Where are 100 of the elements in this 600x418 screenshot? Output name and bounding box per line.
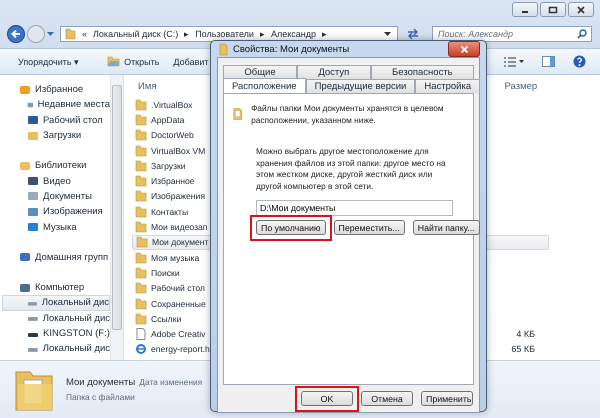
dialog-button[interactable]: Переместить... bbox=[334, 220, 405, 235]
dropdown-icon[interactable] bbox=[384, 32, 391, 36]
toolbar-button[interactable]: Добавит bbox=[173, 56, 209, 66]
nav-item[interactable]: Изображения bbox=[0, 204, 110, 220]
search-field[interactable]: Поиск: Александр bbox=[432, 26, 592, 42]
nav-item[interactable]: Локальный дис bbox=[2, 295, 110, 311]
nav-item[interactable]: Компьютер bbox=[0, 280, 110, 296]
description-text: Можно выбрать другое местоположение для хранения файлов из этой папки: другое место на этом жестком диске, другой жесткий диск или другой компьютер в этой сети. bbox=[256, 146, 447, 192]
file-name[interactable]: Ссылки bbox=[151, 314, 182, 324]
nav-item[interactable]: Рабочий стол bbox=[0, 112, 110, 128]
path-field[interactable]: D:\Мои документы bbox=[256, 200, 453, 216]
folder-icon bbox=[219, 42, 228, 56]
nav-icon bbox=[19, 251, 31, 264]
breadcrumb[interactable]: Александр bbox=[270, 29, 316, 39]
nav-item[interactable]: Локальный дис bbox=[0, 310, 110, 326]
file-name[interactable]: Избранное bbox=[151, 176, 195, 186]
address-bar[interactable]: « Локальный диск (C:) ▸ Пользователи ▸ Александр ▸ bbox=[60, 26, 398, 42]
nav-item[interactable]: Библиотеки bbox=[0, 158, 110, 174]
folder-icon bbox=[135, 206, 147, 218]
breadcrumb[interactable]: Локальный диск (C:) bbox=[93, 29, 178, 39]
breadcrumb[interactable]: ▸ bbox=[322, 29, 327, 39]
close-button[interactable] bbox=[448, 41, 480, 57]
file-name[interactable]: energy-report.h bbox=[151, 344, 210, 354]
maximize-button[interactable] bbox=[540, 2, 566, 17]
nav-item[interactable]: Локальный дис bbox=[0, 341, 110, 356]
folder-icon bbox=[135, 114, 147, 126]
tab[interactable]: Общие bbox=[223, 65, 297, 79]
breadcrumb[interactable]: ▸ bbox=[260, 29, 265, 39]
close-icon bbox=[576, 6, 586, 14]
file-name[interactable]: Моя музыка bbox=[151, 252, 200, 263]
nav-item[interactable]: KINGSTON (F:) bbox=[0, 326, 110, 342]
breadcrumb[interactable]: Пользователи bbox=[195, 29, 254, 39]
file-name[interactable]: Загрузки bbox=[151, 160, 186, 171]
file-name[interactable]: Поиски bbox=[151, 268, 180, 278]
nav-icon bbox=[27, 206, 39, 218]
dialog-button[interactable]: По умолчанию bbox=[256, 220, 326, 235]
close-button[interactable] bbox=[568, 2, 594, 17]
tab[interactable]: Настройка bbox=[415, 79, 480, 93]
folder-icon bbox=[135, 282, 147, 294]
column-header[interactable]: Размер bbox=[504, 80, 538, 92]
folder-icon bbox=[135, 252, 147, 264]
folder-icon bbox=[135, 175, 147, 188]
file-name[interactable]: VirtualBox VM bbox=[151, 146, 206, 156]
item-name: Мои документы bbox=[66, 377, 136, 388]
nav-item[interactable]: Загрузки bbox=[0, 128, 110, 144]
folder-icon bbox=[135, 144, 147, 157]
preview-pane-icon[interactable] bbox=[542, 56, 555, 67]
folder-icon bbox=[135, 160, 147, 172]
column-header[interactable]: Имя bbox=[132, 80, 157, 92]
item-type: Папка с файлами bbox=[66, 392, 136, 402]
folder-icon bbox=[135, 98, 147, 111]
file-name[interactable]: Рабочий стол bbox=[151, 283, 205, 294]
folder-icon bbox=[135, 221, 147, 234]
minimize-button[interactable] bbox=[512, 2, 538, 17]
folder-icon bbox=[135, 298, 147, 310]
tab[interactable]: Расположение bbox=[223, 78, 306, 94]
folder-icon bbox=[107, 56, 120, 67]
tab[interactable]: Доступ bbox=[296, 65, 371, 79]
refresh-icon[interactable] bbox=[406, 28, 420, 40]
close-icon bbox=[460, 46, 468, 52]
nav-item[interactable]: Недавние места bbox=[0, 97, 110, 113]
info-text: Файлы папки Мои документы хранятся в целевом расположении, указанном ниже. bbox=[251, 103, 445, 126]
file-name[interactable]: Мои документ bbox=[152, 237, 208, 248]
folder-icon bbox=[135, 312, 147, 325]
nav-item[interactable]: Избранное bbox=[0, 82, 110, 98]
nav-item[interactable]: Видео bbox=[0, 173, 110, 189]
file-name[interactable]: DoctorWeb bbox=[151, 130, 194, 140]
nav-icon bbox=[27, 190, 39, 202]
dialog-button[interactable]: OK bbox=[301, 391, 353, 406]
scrollbar[interactable] bbox=[110, 75, 123, 360]
nav-item[interactable]: Домашняя групп bbox=[0, 250, 110, 265]
file-name[interactable]: Изображения bbox=[151, 191, 206, 202]
dialog-button[interactable]: Применить bbox=[421, 391, 473, 406]
file-name[interactable]: Контакты bbox=[151, 206, 188, 217]
dialog-button[interactable]: Найти папку... bbox=[412, 220, 480, 235]
folder-icon bbox=[65, 28, 76, 40]
tab[interactable]: Безопасность bbox=[370, 65, 474, 79]
folder-icon bbox=[135, 190, 147, 202]
nav-icon bbox=[27, 130, 39, 142]
dialog-button[interactable]: Отмена bbox=[361, 391, 413, 406]
nav-item[interactable]: Документы bbox=[0, 188, 110, 204]
back-button[interactable] bbox=[7, 25, 25, 43]
document-icon bbox=[135, 328, 147, 340]
organize-menu[interactable]: Упорядочить ▾ bbox=[18, 56, 80, 66]
nav-item[interactable]: Музыка bbox=[0, 219, 110, 235]
file-name[interactable]: .VirtualBox bbox=[151, 100, 192, 110]
breadcrumb[interactable]: « bbox=[82, 29, 88, 39]
file-name[interactable]: Adobe Creativ bbox=[151, 329, 206, 340]
file-name[interactable]: Сохраненные bbox=[151, 298, 206, 308]
file-name[interactable]: AppData bbox=[151, 114, 184, 125]
tab[interactable]: Предыдущие версии bbox=[306, 79, 416, 93]
date-label: Дата изменения bbox=[139, 377, 202, 388]
breadcrumb[interactable]: ▸ bbox=[184, 29, 190, 39]
toolbar-button[interactable]: Открыть bbox=[124, 56, 160, 66]
nav-icon bbox=[27, 221, 39, 234]
folder-icon bbox=[135, 129, 147, 142]
help-icon[interactable] bbox=[573, 55, 586, 68]
nav-icon bbox=[27, 114, 39, 126]
file-name[interactable]: Мои видеозап bbox=[151, 222, 208, 232]
view-icon[interactable] bbox=[504, 56, 524, 66]
